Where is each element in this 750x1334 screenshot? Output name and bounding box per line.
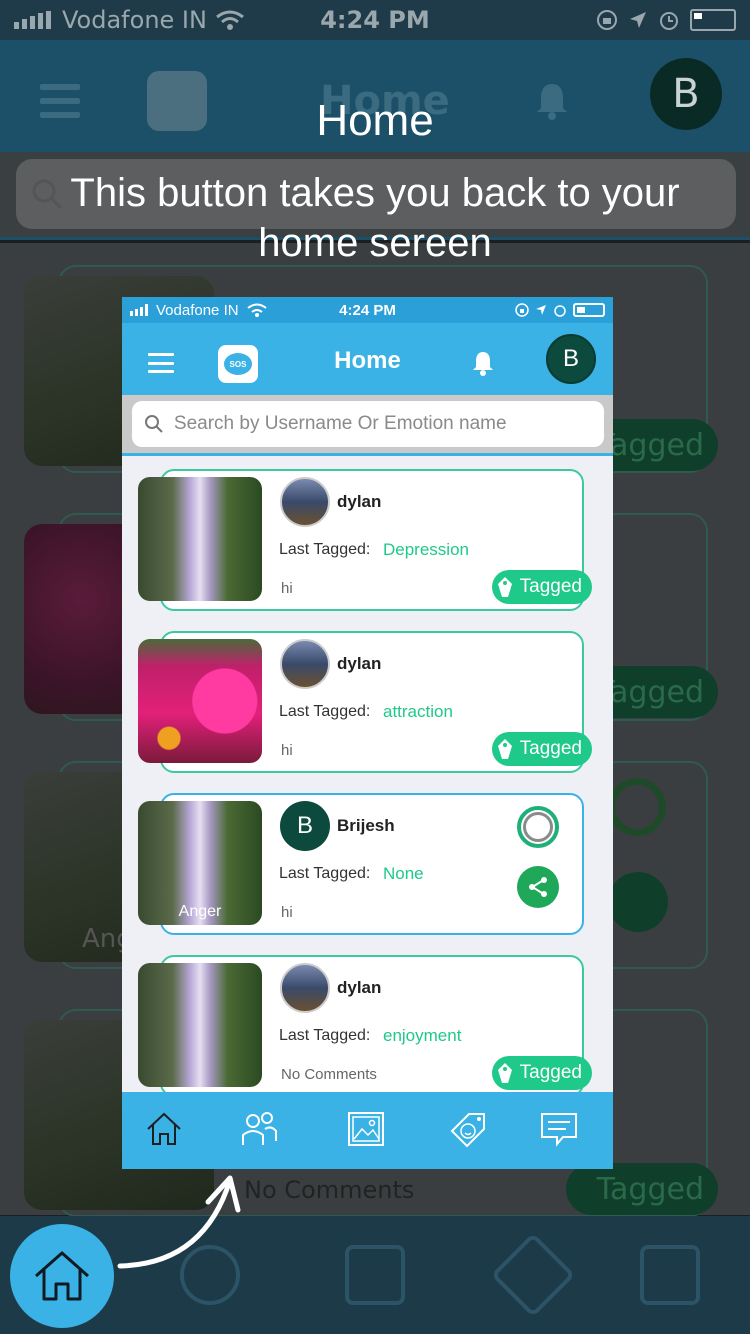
emotion-link[interactable]: Depression	[383, 540, 469, 560]
tagged-badge[interactable]: Tagged	[492, 570, 592, 604]
post-thumbnail[interactable]	[138, 477, 262, 601]
user-avatar[interactable]	[280, 477, 330, 527]
header-divider	[122, 453, 613, 456]
user-name[interactable]: dylan	[337, 978, 381, 998]
user-avatar[interactable]	[280, 639, 330, 689]
search-bar	[132, 401, 604, 447]
emotion-link[interactable]: None	[383, 864, 424, 884]
status-bar: Vodafone IN 4:24 PM	[122, 297, 613, 323]
battery-icon	[573, 303, 605, 317]
users-icon[interactable]	[239, 1109, 279, 1149]
bg-no-comments: No Comments	[244, 1176, 415, 1204]
home-icon	[35, 1251, 89, 1301]
share-icon	[529, 877, 547, 897]
tag-icon	[497, 739, 512, 759]
home-button[interactable]	[10, 1224, 114, 1328]
screen-preview: Vodafone IN 4:24 PM SOS Home B dylan Las…	[122, 297, 613, 1169]
gallery-icon[interactable]	[346, 1109, 386, 1149]
bg-clock: 4:24 PM	[320, 6, 430, 34]
search-icon	[145, 415, 163, 433]
share-button[interactable]	[517, 866, 559, 908]
bg-tag-badge: Tagged	[566, 1163, 718, 1215]
post-thumbnail[interactable]	[138, 963, 262, 1087]
comment-text: No Comments	[281, 1066, 377, 1083]
bg-chat-icon	[640, 1245, 700, 1305]
user-name[interactable]: dylan	[337, 654, 381, 674]
bell-icon[interactable]	[471, 350, 495, 376]
tagged-label: Tagged	[519, 576, 582, 597]
pointer-arrow-icon	[117, 1175, 241, 1269]
page-title: Home	[334, 347, 401, 374]
tagged-label: Tagged	[519, 1062, 582, 1083]
search-input[interactable]	[173, 413, 592, 435]
bottom-nav	[122, 1092, 613, 1169]
profile-avatar[interactable]: B	[546, 334, 596, 384]
tooltip-text: This button takes you back to your home …	[70, 171, 680, 265]
last-tagged-label: Last Tagged:	[279, 703, 371, 720]
last-tagged-label: Last Tagged:	[279, 1027, 371, 1044]
bg-ring-icon	[608, 778, 666, 836]
user-name[interactable]: Brijesh	[337, 816, 395, 836]
battery-icon	[690, 9, 736, 31]
tag-icon	[497, 1063, 512, 1083]
thumbnail-caption: Anger	[178, 903, 222, 920]
comment-text: hi	[281, 580, 293, 597]
tagged-badge[interactable]: Tagged	[492, 732, 592, 766]
post-thumbnail[interactable]: Anger	[138, 801, 262, 925]
emotion-link[interactable]: enjoyment	[383, 1026, 461, 1046]
tooltip-title: Home	[316, 96, 434, 145]
tagged-badge[interactable]: Tagged	[492, 1056, 592, 1090]
comment-text: hi	[281, 904, 293, 921]
status-ring-icon[interactable]	[517, 806, 559, 848]
last-tagged-label: Last Tagged:	[279, 541, 371, 558]
tag-icon	[497, 577, 512, 597]
user-name[interactable]: dylan	[337, 492, 381, 512]
comment-text: hi	[281, 742, 293, 759]
emotion-link[interactable]: attraction	[383, 702, 453, 722]
last-tagged-label: Last Tagged:	[279, 865, 371, 882]
bg-gallery-icon	[345, 1245, 405, 1305]
user-avatar[interactable]	[280, 963, 330, 1013]
chat-icon[interactable]	[539, 1109, 579, 1149]
user-avatar[interactable]: B	[280, 801, 330, 851]
clock: 4:24 PM	[339, 301, 396, 319]
emotion-tag-icon[interactable]	[449, 1109, 489, 1149]
bg-share-icon	[608, 872, 668, 932]
home-icon[interactable]	[144, 1109, 184, 1149]
tagged-label: Tagged	[519, 738, 582, 759]
post-thumbnail[interactable]	[138, 639, 262, 763]
bg-status-bar: Vodafone IN 4:24 PM	[0, 0, 750, 40]
